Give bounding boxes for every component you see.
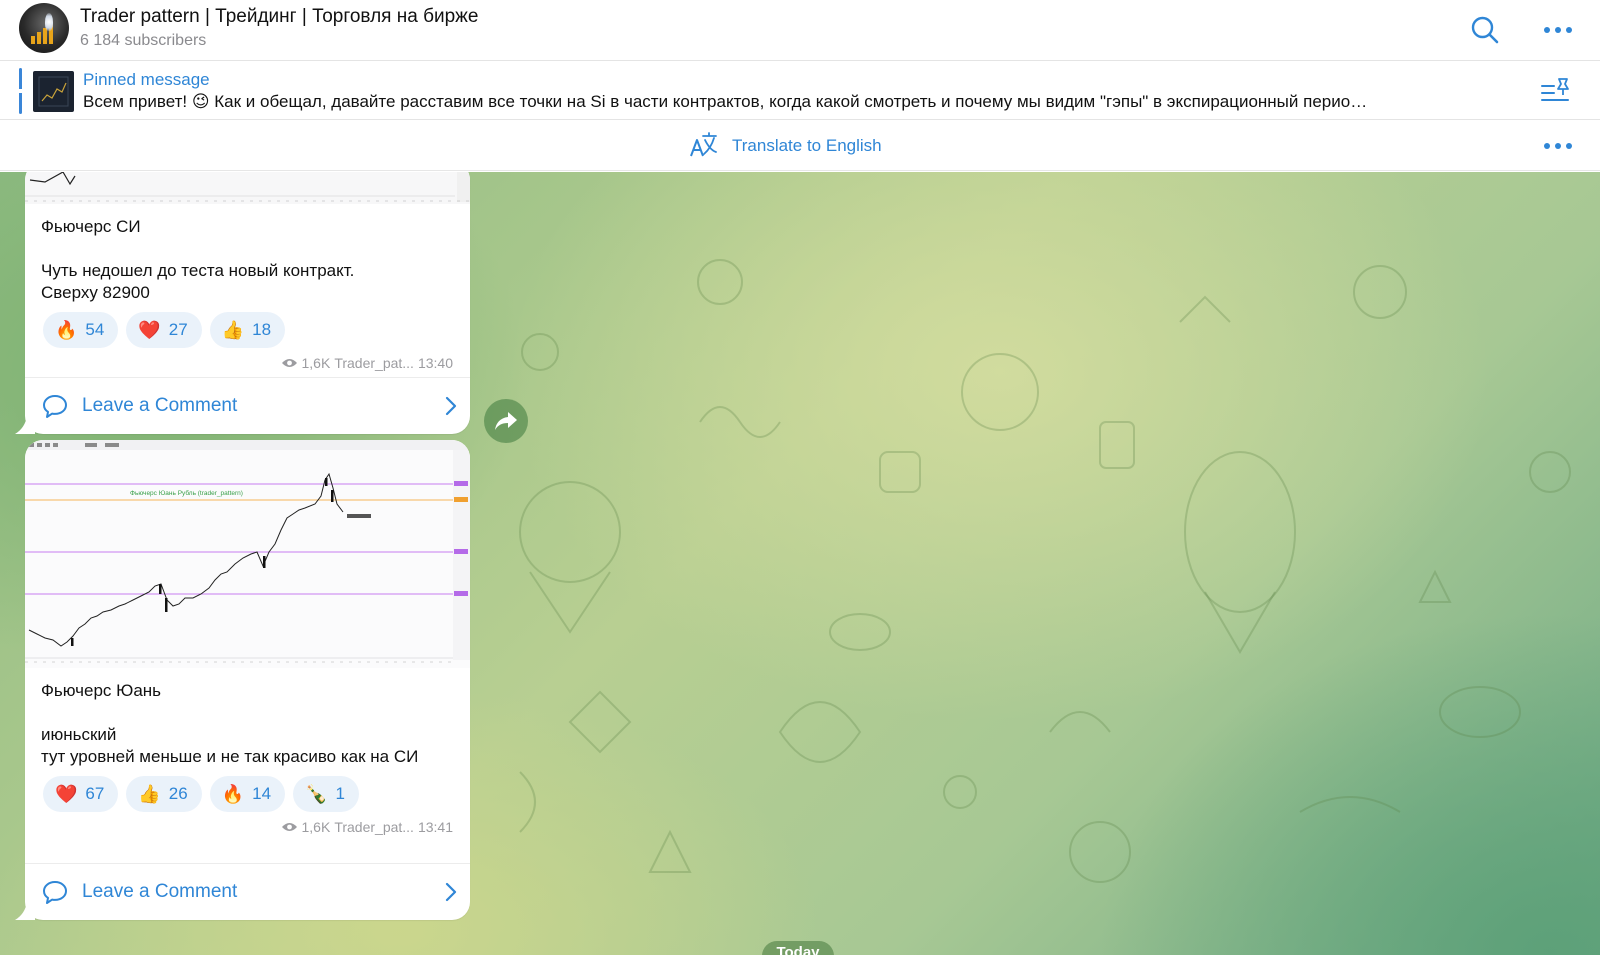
reaction-count: 54 xyxy=(85,320,105,339)
pinned-title: Pinned message xyxy=(83,70,210,89)
more-options-button[interactable] xyxy=(1538,10,1578,50)
reaction-heart[interactable]: ❤️ 67 xyxy=(43,776,119,812)
fire-icon: 🔥 xyxy=(221,783,245,805)
reaction-count: 26 xyxy=(168,784,188,803)
pinned-text: Всем привет! 😉 Как и обещал, давайте рас… xyxy=(83,92,1368,111)
message-caption: Фьючерс СИ Чуть недошел до теста новый к… xyxy=(41,217,355,302)
reactions-row: 🔥 54 ❤️ 27 👍 18 xyxy=(25,304,470,348)
message-bubble[interactable]: Фьючерс СИ Чуть недошел до теста новый к… xyxy=(15,172,470,434)
chevron-right-icon xyxy=(445,882,457,902)
author-signature: Trader_pat... xyxy=(334,819,414,835)
thumbs-up-icon: 👍 xyxy=(221,319,245,341)
champagne-icon: 🍾 xyxy=(305,783,328,805)
more-icon xyxy=(1544,27,1572,33)
comment-icon xyxy=(43,395,67,418)
search-button[interactable] xyxy=(1465,10,1505,50)
message-chart-image[interactable] xyxy=(25,172,470,204)
heart-icon: ❤️ xyxy=(55,783,78,805)
more-icon xyxy=(1544,143,1572,149)
translate-icon xyxy=(690,132,717,157)
leave-comment-button[interactable]: Leave a Comment xyxy=(25,377,470,434)
pinned-thumbnail xyxy=(33,71,74,112)
heart-icon: ❤️ xyxy=(138,319,161,341)
chat-area[interactable]: Фьючерс СИ Чуть недошел до теста новый к… xyxy=(0,172,1600,955)
search-icon xyxy=(1471,16,1499,44)
channel-title[interactable]: Trader pattern | Трейдинг | Торговля на … xyxy=(80,6,478,28)
channel-header: Trader pattern | Трейдинг | Торговля на … xyxy=(0,0,1600,61)
message-time: 13:40 xyxy=(417,355,453,371)
reaction-count: 27 xyxy=(168,320,188,339)
reaction-count: 18 xyxy=(252,320,272,339)
message-time: 13:41 xyxy=(417,819,453,835)
pinned-list-button[interactable] xyxy=(1536,70,1576,110)
leave-comment-button[interactable]: Leave a Comment xyxy=(25,863,470,920)
translate-options-button[interactable] xyxy=(1538,126,1578,166)
reaction-thumbs-up[interactable]: 👍 26 xyxy=(126,776,202,812)
view-count: 1,6K xyxy=(301,355,331,371)
thumbs-up-icon: 👍 xyxy=(138,783,161,805)
comment-icon xyxy=(43,881,67,904)
comment-label: Leave a Comment xyxy=(82,395,238,416)
eye-icon xyxy=(281,359,297,367)
reactions-row: ❤️ 67 👍 26 🔥 14 🍾 1 xyxy=(25,768,470,812)
reaction-count: 1 xyxy=(335,784,345,803)
reaction-fire[interactable]: 🔥 14 xyxy=(209,776,286,812)
chart-watermark: Фьючерс Юань Рубль (trader_pattern) xyxy=(130,489,243,497)
translate-bar: Translate to English xyxy=(0,121,1600,171)
reaction-heart[interactable]: ❤️ 27 xyxy=(126,312,202,348)
date-badge: Today xyxy=(762,941,834,955)
author-signature: Trader_pat... xyxy=(334,355,414,371)
message-caption: Фьючерс Юань июньский тут уровней меньше… xyxy=(41,681,419,766)
translate-button[interactable]: Translate to English xyxy=(688,131,882,161)
message-bubble[interactable]: Фьючерс Юань Рубль (trader_pattern) Фьюч… xyxy=(15,440,470,920)
chevron-right-icon xyxy=(445,396,457,416)
reaction-fire[interactable]: 🔥 54 xyxy=(43,312,119,348)
fire-icon: 🔥 xyxy=(55,319,78,341)
reaction-count: 67 xyxy=(85,784,105,803)
view-count: 1,6K xyxy=(301,819,331,835)
reaction-thumbs-up[interactable]: 👍 18 xyxy=(209,312,286,348)
subscriber-count: 6 184 subscribers xyxy=(80,32,207,49)
reaction-count: 14 xyxy=(252,784,272,803)
message-chart-image[interactable]: Фьючерс Юань Рубль (trader_pattern) xyxy=(25,440,470,668)
message-meta: 1,6K Trader_pat... 13:41 xyxy=(25,812,470,838)
eye-icon xyxy=(281,823,297,831)
message-meta: 1,6K Trader_pat... 13:40 xyxy=(25,348,470,374)
forward-button[interactable] xyxy=(484,399,528,443)
reaction-bottle[interactable]: 🍾 1 xyxy=(293,776,359,812)
comment-label: Leave a Comment xyxy=(82,881,238,902)
pin-list-icon xyxy=(1541,78,1569,101)
pinned-indicator xyxy=(19,68,22,114)
channel-avatar[interactable] xyxy=(19,3,69,53)
translate-label: Translate to English xyxy=(732,136,882,155)
pinned-message-bar[interactable]: Pinned message Всем привет! 😉 Как и обещ… xyxy=(0,62,1600,120)
share-arrow-icon xyxy=(495,412,517,430)
